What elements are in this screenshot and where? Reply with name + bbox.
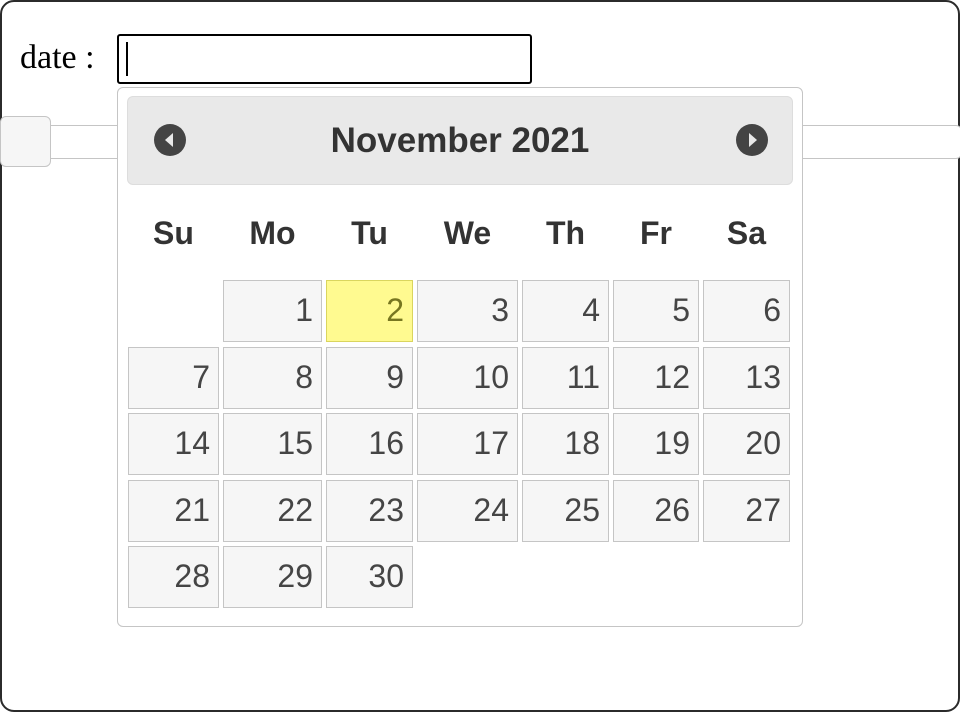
- day-cell[interactable]: 22: [223, 480, 322, 542]
- date-input[interactable]: [117, 34, 532, 84]
- day-cell[interactable]: 16: [326, 413, 413, 475]
- day-cell[interactable]: 6: [703, 280, 790, 342]
- weekday-label: Th: [545, 215, 586, 251]
- day-cell[interactable]: 13: [703, 347, 790, 409]
- slider-handle[interactable]: [0, 116, 51, 167]
- day-cell[interactable]: 17: [417, 413, 518, 475]
- day-cell[interactable]: 7: [128, 347, 219, 409]
- day-cell[interactable]: 23: [326, 480, 413, 542]
- day-cell[interactable]: 8: [223, 347, 322, 409]
- weekday-label: Sa: [726, 215, 767, 251]
- day-cell[interactable]: 20: [703, 413, 790, 475]
- day-cell-today[interactable]: 2: [326, 280, 413, 342]
- day-cell[interactable]: 9: [326, 347, 413, 409]
- day-cell[interactable]: 15: [223, 413, 322, 475]
- day-cell[interactable]: 18: [522, 413, 609, 475]
- weekday-label: Su: [153, 215, 194, 251]
- weekday-label: Tu: [351, 215, 388, 251]
- day-cell[interactable]: 11: [522, 347, 609, 409]
- day-cell[interactable]: 26: [613, 480, 699, 542]
- datepicker-header: November 2021: [127, 96, 793, 185]
- weekday-label: We: [443, 215, 492, 251]
- day-cell[interactable]: 25: [522, 480, 609, 542]
- day-cell[interactable]: 30: [326, 546, 413, 608]
- day-cell[interactable]: 4: [522, 280, 609, 342]
- circle-triangle-east-icon: [749, 133, 757, 147]
- datepicker-popup: November 2021 Su Mo Tu We Th Fr Sa 1 2 3 4 5 6 7 8 9 10…: [117, 87, 803, 627]
- weekday-label: Fr: [640, 215, 672, 251]
- date-label: date :: [20, 39, 95, 76]
- day-cell[interactable]: 10: [417, 347, 518, 409]
- day-cell[interactable]: 29: [223, 546, 322, 608]
- day-cell[interactable]: 5: [613, 280, 699, 342]
- day-cell[interactable]: 21: [128, 480, 219, 542]
- day-cell[interactable]: 24: [417, 480, 518, 542]
- month-year-title: November 2021: [330, 121, 590, 160]
- text-caret: [126, 42, 128, 76]
- day-cell[interactable]: 27: [703, 480, 790, 542]
- next-month-button[interactable]: [736, 124, 768, 156]
- day-cell[interactable]: 14: [128, 413, 219, 475]
- weekday-label: Mo: [249, 215, 296, 251]
- day-cell[interactable]: 1: [223, 280, 322, 342]
- day-cell[interactable]: 28: [128, 546, 219, 608]
- day-cell[interactable]: 3: [417, 280, 518, 342]
- day-cell[interactable]: 12: [613, 347, 699, 409]
- day-cell[interactable]: 19: [613, 413, 699, 475]
